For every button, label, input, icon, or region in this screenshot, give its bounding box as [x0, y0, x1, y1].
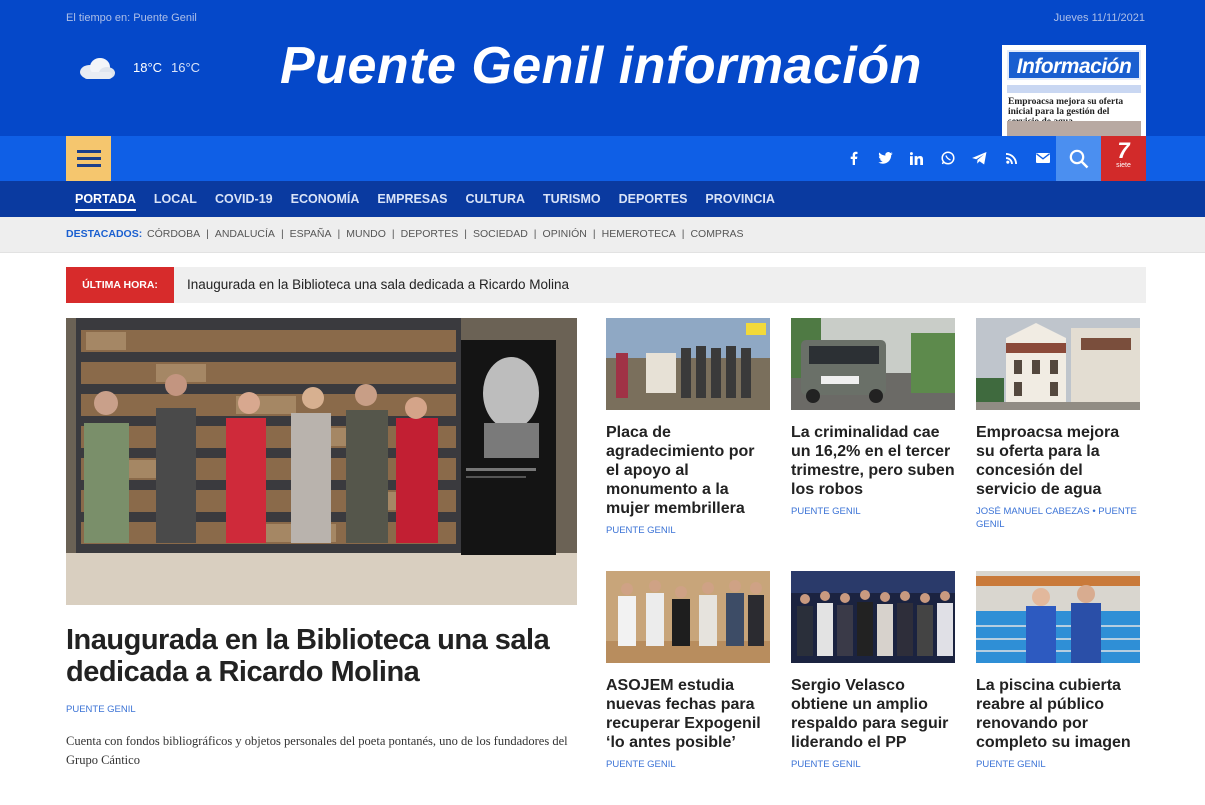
- news-card: La piscina cubierta reabre al público re…: [976, 571, 1140, 771]
- breaking-news-tag: ÚLTIMA HORA:: [66, 267, 174, 303]
- social-links: [838, 147, 1059, 169]
- news-card-category[interactable]: PUENTE GENIL: [606, 759, 676, 770]
- news-card-image[interactable]: [606, 571, 770, 663]
- site-header: El tiempo en: Puente Genil Jueves 11/11/…: [0, 0, 1205, 136]
- hero-category[interactable]: PUENTE GENIL: [66, 704, 136, 715]
- news-card-category[interactable]: PUENTE GENIL: [976, 759, 1046, 770]
- nav-item-turismo[interactable]: TURISMO: [534, 181, 610, 217]
- tv-channel-logo[interactable]: 7 siete: [1101, 136, 1146, 181]
- featured-item-andalucia[interactable]: ANDALUCÍA: [215, 217, 275, 252]
- newspaper-masthead: Información: [1007, 50, 1141, 80]
- newspaper-photo: [1007, 121, 1141, 136]
- featured-item-mundo[interactable]: MUNDO: [346, 217, 386, 252]
- news-card-title[interactable]: La criminalidad cae un 16,2% en el terce…: [791, 423, 955, 499]
- temperature-low: 16°C: [171, 60, 201, 75]
- hero-image[interactable]: [66, 318, 577, 605]
- newspaper-strip: [1007, 85, 1141, 93]
- current-date: Jueves 11/11/2021: [1053, 12, 1145, 24]
- news-card-title[interactable]: Emproacsa mejora su oferta para la conce…: [976, 423, 1140, 499]
- news-card: Sergio Velasco obtiene un amplio respald…: [791, 571, 955, 771]
- news-card-category[interactable]: PUENTE GENIL: [606, 525, 676, 536]
- news-card-title[interactable]: La piscina cubierta reabre al público re…: [976, 676, 1140, 752]
- news-card-title[interactable]: ASOJEM estudia nuevas fechas para recupe…: [606, 676, 770, 752]
- rss-icon[interactable]: [996, 147, 1028, 169]
- news-card-image[interactable]: [976, 571, 1140, 663]
- news-card: ASOJEM estudia nuevas fechas para recupe…: [606, 571, 770, 771]
- featured-label: DESTACADOS:: [66, 228, 143, 240]
- nav-item-covid[interactable]: COVID-19: [206, 181, 282, 217]
- hamburger-menu-button[interactable]: [66, 136, 111, 181]
- news-card-image[interactable]: [791, 571, 955, 663]
- featured-item-sociedad[interactable]: SOCIEDAD: [473, 217, 528, 252]
- featured-item-deportes[interactable]: DEPORTES: [401, 217, 459, 252]
- nav-item-cultura[interactable]: CULTURA: [457, 181, 534, 217]
- breaking-news-bar: ÚLTIMA HORA: Inaugurada en la Biblioteca…: [66, 267, 1146, 303]
- featured-bar: DESTACADOS: CÓRDOBA | ANDALUCÍA | ESPAÑA | …: [0, 217, 1205, 253]
- news-card-title[interactable]: Sergio Velasco obtiene un amplio respald…: [791, 676, 955, 752]
- nav-item-deportes[interactable]: DEPORTES: [610, 181, 697, 217]
- weather-location: El tiempo en: Puente Genil: [66, 12, 197, 24]
- news-card: Emproacsa mejora su oferta para la conce…: [976, 318, 1140, 531]
- nav-item-portada[interactable]: PORTADA: [66, 181, 145, 217]
- news-card-category[interactable]: PUENTE GENIL: [791, 759, 861, 770]
- linkedin-icon[interactable]: [901, 147, 933, 169]
- news-card-category[interactable]: PUENTE GENIL: [791, 506, 861, 517]
- twitter-icon[interactable]: [870, 147, 902, 169]
- email-icon[interactable]: [1027, 147, 1059, 169]
- whatsapp-icon[interactable]: [933, 147, 965, 169]
- news-card-image[interactable]: [976, 318, 1140, 410]
- facebook-icon[interactable]: [838, 147, 870, 169]
- hero-summary: Cuenta con fondos bibliográficos y objet…: [66, 734, 568, 767]
- tv-logo-text: siete: [1116, 162, 1131, 169]
- telegram-icon[interactable]: [964, 147, 996, 169]
- featured-item-compras[interactable]: COMPRAS: [690, 217, 743, 252]
- nav-item-provincia[interactable]: PROVINCIA: [696, 181, 783, 217]
- news-card-image[interactable]: [791, 318, 955, 410]
- hero-headline[interactable]: Inaugurada en la Biblioteca una sala ded…: [66, 624, 577, 688]
- nav-item-local[interactable]: LOCAL: [145, 181, 206, 217]
- cloud-icon: [80, 58, 115, 79]
- main-nav: PORTADA LOCAL COVID-19 ECONOMÍA EMPRESAS…: [0, 181, 1205, 217]
- news-card-author[interactable]: JOSÉ MANUEL CABEZAS: [976, 506, 1090, 517]
- news-card-image[interactable]: [606, 318, 770, 410]
- newspaper-cover[interactable]: Información Emproacsa mejora su oferta i…: [1002, 45, 1146, 136]
- featured-item-hemeroteca[interactable]: HEMEROTECA: [602, 217, 676, 252]
- hamburger-icon: [76, 150, 101, 153]
- featured-item-opinion[interactable]: OPINIÓN: [543, 217, 587, 252]
- search-button[interactable]: [1056, 136, 1101, 181]
- breaking-news-link[interactable]: Inaugurada en la Biblioteca una sala ded…: [187, 267, 569, 303]
- news-card: La criminalidad cae un 16,2% en el terce…: [791, 318, 955, 518]
- featured-item-cordoba[interactable]: CÓRDOBA: [147, 217, 200, 252]
- news-card-title[interactable]: Placa de agradecimiento por el apoyo al …: [606, 423, 770, 518]
- nav-item-empresas[interactable]: EMPRESAS: [368, 181, 456, 217]
- news-card: Placa de agradecimiento por el apoyo al …: [606, 318, 770, 537]
- nav-item-economia[interactable]: ECONOMÍA: [282, 181, 369, 217]
- search-icon: [1069, 149, 1088, 168]
- featured-item-espana[interactable]: ESPAÑA: [290, 217, 332, 252]
- temperature-high: 18°C: [133, 60, 163, 75]
- site-logo[interactable]: Puente Genil información: [280, 36, 922, 96]
